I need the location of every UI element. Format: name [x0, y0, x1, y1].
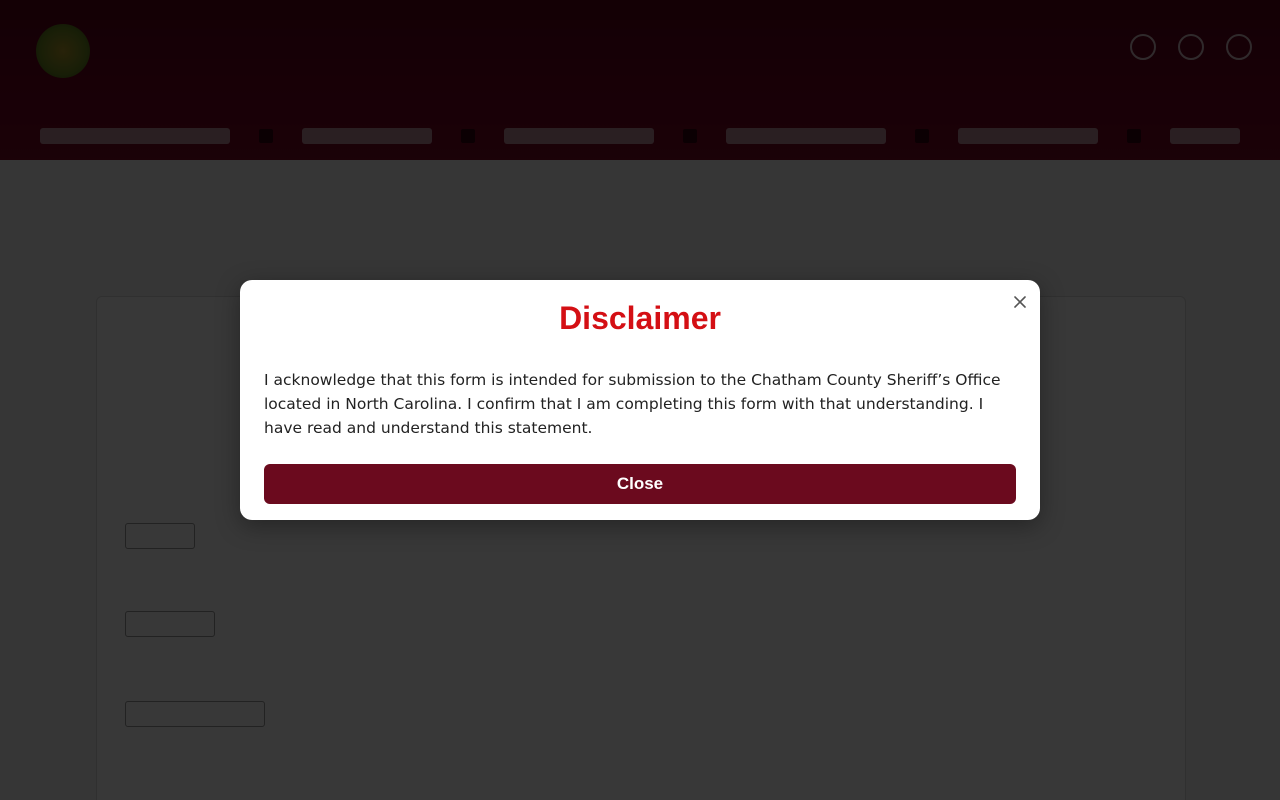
disclaimer-text: I acknowledge that this form is intended…: [264, 371, 1001, 437]
modal-title: Disclaimer: [559, 300, 721, 336]
close-button[interactable]: Close: [264, 464, 1016, 504]
disclaimer-modal: Disclaimer I acknowledge that this form …: [240, 280, 1040, 520]
close-icon[interactable]: [1008, 290, 1032, 314]
